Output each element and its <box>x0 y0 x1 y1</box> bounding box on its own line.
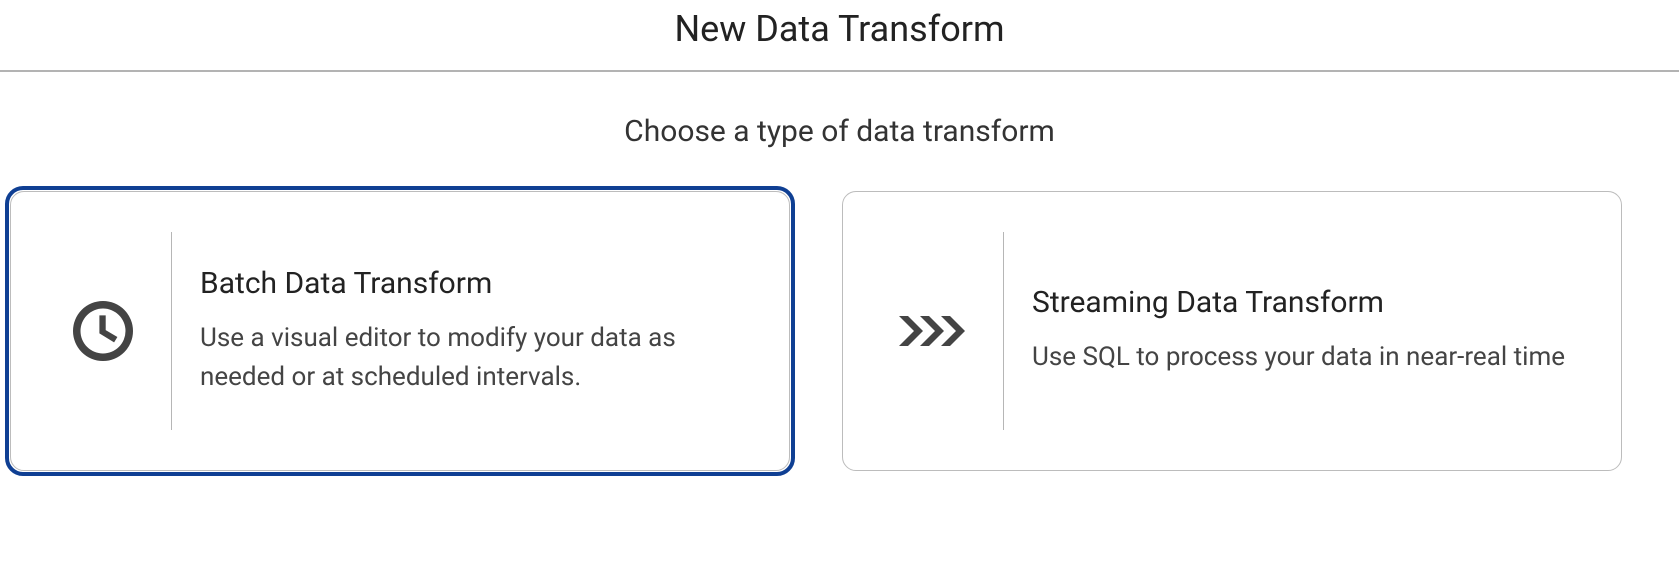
chevrons-icon <box>875 295 995 367</box>
header-divider <box>0 70 1679 72</box>
page-title: New Data Transform <box>0 0 1679 70</box>
streaming-transform-card[interactable]: Streaming Data Transform Use SQL to proc… <box>842 191 1622 471</box>
batch-card-title: Batch Data Transform <box>200 266 757 301</box>
card-divider <box>1003 232 1004 430</box>
transform-type-cards: Batch Data Transform Use a visual editor… <box>0 191 1679 471</box>
clock-icon <box>43 295 163 367</box>
streaming-card-description: Use SQL to process your data in near-rea… <box>1032 338 1589 377</box>
batch-card-description: Use a visual editor to modify your data … <box>200 319 757 397</box>
batch-transform-card[interactable]: Batch Data Transform Use a visual editor… <box>10 191 790 471</box>
streaming-card-title: Streaming Data Transform <box>1032 285 1589 320</box>
card-divider <box>171 232 172 430</box>
section-subtitle: Choose a type of data transform <box>0 114 1679 149</box>
